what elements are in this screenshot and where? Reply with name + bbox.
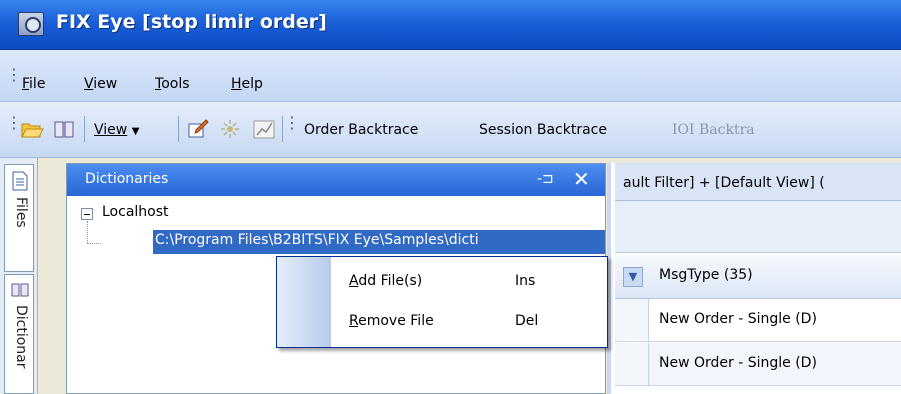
toolbar-separator <box>178 116 179 142</box>
chevron-down-icon[interactable]: ▼ <box>623 267 643 287</box>
tree-connector <box>87 221 88 243</box>
table-row[interactable]: New Order - Single (D) <box>615 343 901 386</box>
toolbar-grip[interactable]: ⋮ <box>6 120 10 126</box>
panel-title: Dictionaries <box>85 171 168 187</box>
tree-connector <box>87 243 101 244</box>
tab-dictionaries-label: Dictionar <box>13 305 29 369</box>
pin-icon[interactable]: -⊐ <box>537 171 559 189</box>
toolbar-separator <box>84 116 85 142</box>
toolbar-grip-2[interactable]: ⋮ <box>284 120 288 126</box>
add-files-shortcut: Ins <box>515 273 535 289</box>
menu-view[interactable]: View <box>84 76 117 92</box>
menu-help[interactable]: Help <box>231 76 263 92</box>
panel-header: Dictionaries -⊐ ✕ <box>67 164 605 196</box>
tree-collapse-toggle[interactable] <box>81 208 93 220</box>
menu-item-add-files[interactable]: Add File(s) Ins <box>279 261 605 301</box>
session-backtrace-button[interactable]: Session Backtrace <box>479 122 607 138</box>
ioi-backtrace-button[interactable]: IOI Backtra <box>672 122 755 138</box>
chevron-down-icon: ▼ <box>132 126 140 137</box>
table-row[interactable]: New Order - Single (D) <box>615 299 901 342</box>
open-folder-icon[interactable] <box>20 118 44 140</box>
grid-group-area <box>615 201 901 253</box>
toolbar-separator <box>282 116 283 142</box>
menu-tools[interactable]: Tools <box>155 76 190 92</box>
side-tab-strip: Files Dictionar <box>0 158 38 394</box>
filter-bar[interactable]: ault Filter] + [Default View] ( <box>615 163 901 201</box>
menu-file[interactable]: File <box>22 76 45 92</box>
window-title: FIX Eye [stop limir order] <box>56 11 327 33</box>
menu-bar: ⋮ File View Tools Help <box>0 50 901 102</box>
tree-node-dictionary-file[interactable]: C:\Program Files\B2BITS\FIX Eye\Samples\… <box>153 230 605 254</box>
grid-header: ▼ MsgType (35) <box>615 255 901 299</box>
context-menu: Add File(s) Ins Remove File Del <box>276 256 608 348</box>
remove-file-shortcut: Del <box>515 313 538 329</box>
view-dropdown[interactable]: View ▼ <box>94 122 139 138</box>
row-header[interactable] <box>615 343 649 385</box>
document-icon <box>11 171 29 191</box>
close-icon[interactable]: ✕ <box>573 167 595 189</box>
fix-eye-app-icon[interactable] <box>18 12 44 36</box>
title-bar[interactable]: FIX Eye [stop limir order] <box>0 0 901 50</box>
row-header[interactable] <box>615 299 649 341</box>
msgtype-cell: New Order - Single (D) <box>659 311 817 327</box>
messages-pane: ault Filter] + [Default View] ( ▼ MsgTyp… <box>607 163 901 394</box>
order-backtrace-button[interactable]: Order Backtrace <box>304 122 418 138</box>
add-files-label: Add File(s) <box>349 273 422 289</box>
tab-files[interactable]: Files <box>4 164 34 272</box>
view-dropdown-label: View <box>94 122 127 138</box>
remove-file-label: Remove File <box>349 313 434 329</box>
tree-node-localhost[interactable]: Localhost <box>102 204 169 220</box>
filter-sparkle-icon[interactable] <box>218 118 242 140</box>
tab-dictionaries[interactable]: Dictionar <box>4 274 34 394</box>
edit-document-icon[interactable] <box>186 118 210 140</box>
filter-description: ault Filter] + [Default View] ( <box>623 175 825 191</box>
dictionary-book-icon[interactable] <box>52 118 76 140</box>
menubar-grip[interactable]: ⋮ <box>6 72 10 78</box>
chart-icon[interactable] <box>252 118 276 140</box>
tab-files-label: Files <box>13 197 29 228</box>
toolbar: ⋮ View ▼ ⋮ Order Backtrace Session Backt… <box>0 102 901 158</box>
dictionary-book-icon <box>11 281 29 299</box>
menu-item-remove-file[interactable]: Remove File Del <box>279 303 605 343</box>
column-msgtype[interactable]: MsgType (35) <box>659 267 753 283</box>
msgtype-cell: New Order - Single (D) <box>659 355 817 371</box>
